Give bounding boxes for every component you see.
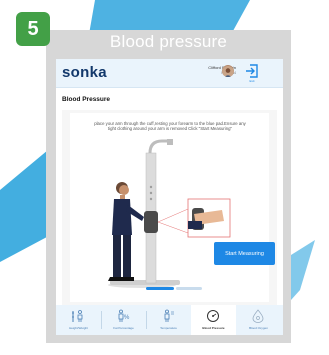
exit-icon [246, 64, 258, 78]
nav-item-blood-oxygen[interactable]: Blood Oxygen [236, 305, 281, 335]
height-weight-icon [72, 310, 83, 322]
nav-label: Blood Pressure [202, 326, 225, 330]
nav-item-fat-percentage[interactable]: % Fat Percentage [101, 305, 146, 335]
app-header: sonka Clifford Baldwin Male • 34 Exit [56, 59, 283, 88]
frame-title: Blood pressure [109, 32, 228, 51]
blood-pressure-icon [207, 310, 219, 322]
avatar[interactable] [222, 65, 234, 77]
nav-label: Temperature [160, 326, 177, 330]
page-title: Blood Pressure [62, 96, 111, 103]
avatar-icon [222, 66, 234, 77]
temperature-icon [164, 309, 174, 322]
nav-label: Height/Weight [69, 326, 88, 330]
step-badge: 5 [16, 12, 50, 46]
nav-label: Fat Percentage [113, 326, 134, 330]
fat-percentage-icon: % [118, 309, 130, 322]
start-measuring-button[interactable]: Start Measuring [214, 242, 275, 265]
progress-segment-pending [176, 287, 202, 290]
svg-text:%: % [124, 315, 130, 321]
sonka-logo: sonka [62, 64, 107, 81]
nav-item-height-weight[interactable]: Height/Weight [56, 305, 101, 335]
measurement-card: place your arm through the cuff,resting … [62, 110, 277, 305]
app-screen: sonka Clifford Baldwin Male • 34 Exit Bl… [56, 59, 283, 335]
blood-oxygen-icon [252, 309, 264, 323]
exit-label[interactable]: Exit [244, 79, 260, 83]
blood-pressure-illustration [108, 139, 231, 288]
nav-item-blood-pressure[interactable]: Blood Pressure [191, 305, 236, 335]
progress-segment-active [146, 287, 174, 290]
progress-indicator [146, 287, 202, 290]
measurement-panel: place your arm through the cuff,resting … [70, 113, 275, 302]
instructions-text: place your arm through the cuff,resting … [94, 121, 246, 132]
nav-label: Blood Oxygen [249, 326, 268, 330]
nav-item-temperature[interactable]: Temperature [146, 305, 191, 335]
bottom-nav: Height/Weight % Fat Percentage Temperatu… [56, 305, 283, 335]
